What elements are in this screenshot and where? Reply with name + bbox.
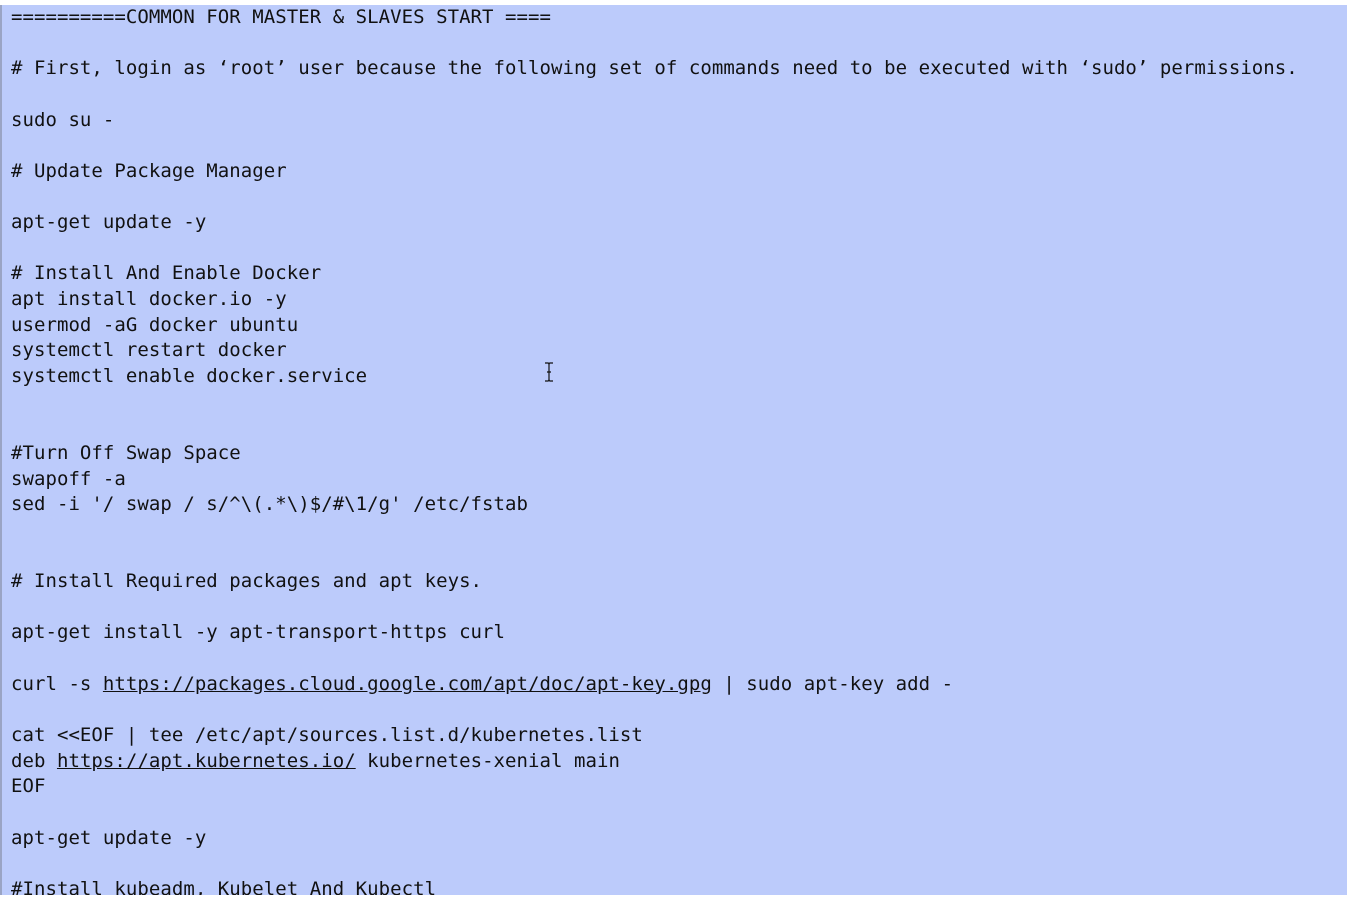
code-line[interactable]: #Turn Off Swap Space <box>11 441 1347 467</box>
code-line[interactable]: cat <<EOF | tee /etc/apt/sources.list.d/… <box>11 723 1347 749</box>
code-line[interactable] <box>11 236 1347 262</box>
code-line[interactable]: # First, login as ‘root’ user because th… <box>11 56 1347 82</box>
code-line[interactable] <box>11 646 1347 672</box>
code-text: #Turn Off Swap Space <box>11 441 241 464</box>
code-text: kubernetes-xenial main <box>355 749 620 772</box>
code-line[interactable]: # Update Package Manager <box>11 159 1347 185</box>
code-line[interactable] <box>11 518 1347 544</box>
code-line[interactable]: sudo su - <box>11 108 1347 134</box>
code-text: cat <<EOF | tee /etc/apt/sources.list.d/… <box>11 723 643 746</box>
code-text: # First, login as ‘root’ user because th… <box>11 57 1298 80</box>
code-line[interactable]: swapoff -a <box>11 467 1347 493</box>
code-line[interactable]: apt-get install -y apt-transport-https c… <box>11 620 1347 646</box>
code-text: #Install kubeadm, Kubelet And Kubectl <box>11 877 437 895</box>
code-line[interactable]: deb https://apt.kubernetes.io/ kubernete… <box>11 749 1347 775</box>
code-line[interactable] <box>11 133 1347 159</box>
code-line[interactable]: curl -s https://packages.cloud.google.co… <box>11 672 1347 698</box>
code-line[interactable] <box>11 415 1347 441</box>
code-line[interactable] <box>11 184 1347 210</box>
code-line[interactable]: apt-get update -y <box>11 826 1347 852</box>
text-cursor-icon <box>545 362 553 382</box>
code-line[interactable] <box>11 82 1347 108</box>
code-text: sed -i '/ swap / s/^\(.*\)$/#\1/g' /etc/… <box>11 493 529 516</box>
code-text: apt-get update -y <box>11 826 207 849</box>
code-text: ==========COMMON FOR MASTER & SLAVES STA… <box>11 6 551 28</box>
code-line[interactable]: EOF <box>11 774 1347 800</box>
editor-content[interactable]: ==========COMMON FOR MASTER & SLAVES STA… <box>11 5 1347 895</box>
code-text: | sudo apt-key add - <box>711 672 954 695</box>
code-text: # Install And Enable Docker <box>11 262 322 285</box>
code-line[interactable] <box>11 390 1347 416</box>
code-text: sudo su - <box>11 108 115 131</box>
code-line[interactable] <box>11 595 1347 621</box>
code-text: apt install docker.io -y <box>11 288 287 311</box>
code-line[interactable]: apt install docker.io -y <box>11 287 1347 313</box>
code-text: apt-get install -y apt-transport-https c… <box>11 621 506 644</box>
code-text: systemctl restart docker <box>11 339 287 362</box>
code-line[interactable] <box>11 800 1347 826</box>
code-line[interactable]: ==========COMMON FOR MASTER & SLAVES STA… <box>11 5 1347 31</box>
code-line[interactable]: systemctl enable docker.service <box>11 364 1347 390</box>
code-line[interactable]: # Install And Enable Docker <box>11 261 1347 287</box>
code-line[interactable]: sed -i '/ swap / s/^\(.*\)$/#\1/g' /etc/… <box>11 492 1347 518</box>
code-line[interactable] <box>11 697 1347 723</box>
code-text: swapoff -a <box>11 467 126 490</box>
code-line[interactable] <box>11 543 1347 569</box>
code-text: # Install Required packages and apt keys… <box>11 570 483 593</box>
code-line[interactable]: usermod -aG docker ubuntu <box>11 313 1347 339</box>
url-link[interactable]: https://apt.kubernetes.io/ <box>57 750 356 772</box>
code-text: EOF <box>11 775 46 798</box>
code-line[interactable]: # Install Required packages and apt keys… <box>11 569 1347 595</box>
code-line[interactable]: apt-get update -y <box>11 210 1347 236</box>
code-line[interactable] <box>11 851 1347 877</box>
code-text: curl -s <box>11 672 103 695</box>
code-line[interactable] <box>11 31 1347 57</box>
code-text: usermod -aG docker ubuntu <box>11 313 299 336</box>
code-line[interactable]: #Install kubeadm, Kubelet And Kubectl <box>11 877 1347 895</box>
code-text: apt-get update -y <box>11 211 207 234</box>
url-link[interactable]: https://packages.cloud.google.com/apt/do… <box>103 673 712 695</box>
code-line[interactable]: systemctl restart docker <box>11 338 1347 364</box>
code-text: # Update Package Manager <box>11 159 287 182</box>
code-text: deb <box>11 749 57 772</box>
code-text: systemctl enable docker.service <box>11 364 368 387</box>
text-editor[interactable]: ==========COMMON FOR MASTER & SLAVES STA… <box>0 5 1347 895</box>
